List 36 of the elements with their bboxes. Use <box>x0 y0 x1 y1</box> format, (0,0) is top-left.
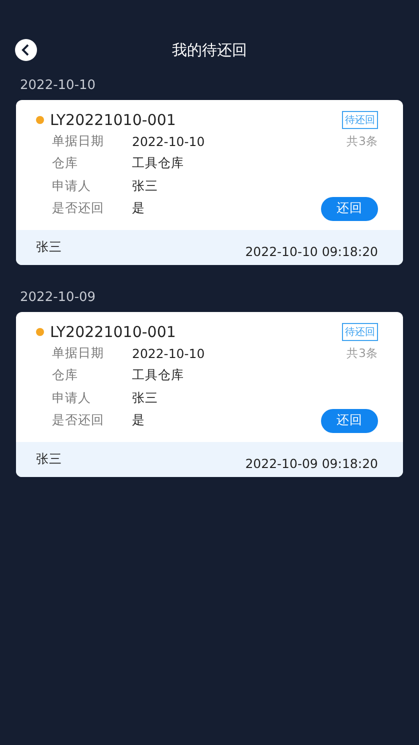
status-dot-icon <box>36 116 44 124</box>
page-title: 我的待还回 <box>172 40 247 58</box>
field-value: 是 <box>132 200 145 216</box>
field-value: 是 <box>132 412 145 428</box>
field-label: 是否还回 <box>52 412 105 430</box>
item-count: 共3条 <box>346 134 378 149</box>
item-count: 共3条 <box>346 346 378 361</box>
field-value: 张三 <box>132 178 158 193</box>
field-label: 申请人 <box>52 178 92 195</box>
footer-name: 张三 <box>36 239 62 256</box>
field-value: 工具仓库 <box>132 155 184 170</box>
order-code: LY20221010-001 <box>50 323 177 341</box>
field-value: 2022-10-10 <box>132 134 205 149</box>
footer-name: 张三 <box>36 451 62 468</box>
group-date: 2022-10-10 <box>19 77 97 95</box>
footer-time: 2022-10-09 09:18:20 <box>245 456 378 471</box>
order-code: LY20221010-001 <box>50 111 177 129</box>
return-button[interactable]: 还回 <box>321 408 378 433</box>
order-card[interactable]: LY20221010-001 待还回 单据日期 2022-10-10 共3条 仓库 工具仓库 申请人 张三 是否还回 是 还回 张三 2022-10-09 09:18:20 <box>16 312 403 477</box>
group-date: 2022-10-09 <box>19 289 97 307</box>
field-value: 2022-10-10 <box>132 346 205 361</box>
field-value: 工具仓库 <box>132 367 184 382</box>
field-label: 仓库 <box>52 155 79 172</box>
field-label: 单据日期 <box>52 132 105 150</box>
field-label: 仓库 <box>52 367 79 384</box>
field-label: 申请人 <box>52 390 92 407</box>
back-button[interactable] <box>15 39 37 61</box>
footer-time: 2022-10-10 09:18:20 <box>245 244 378 259</box>
status-tag: 待还回 <box>342 323 378 341</box>
field-label: 是否还回 <box>52 200 105 218</box>
field-label: 单据日期 <box>52 344 105 362</box>
order-card[interactable]: LY20221010-001 待还回 单据日期 2022-10-10 共3条 仓库 工具仓库 申请人 张三 是否还回 是 还回 张三 2022-10-10 09:18:20 <box>16 100 403 265</box>
return-button[interactable]: 还回 <box>321 196 378 221</box>
field-value: 张三 <box>132 390 158 405</box>
status-dot-icon <box>36 328 44 336</box>
status-tag: 待还回 <box>342 111 378 129</box>
